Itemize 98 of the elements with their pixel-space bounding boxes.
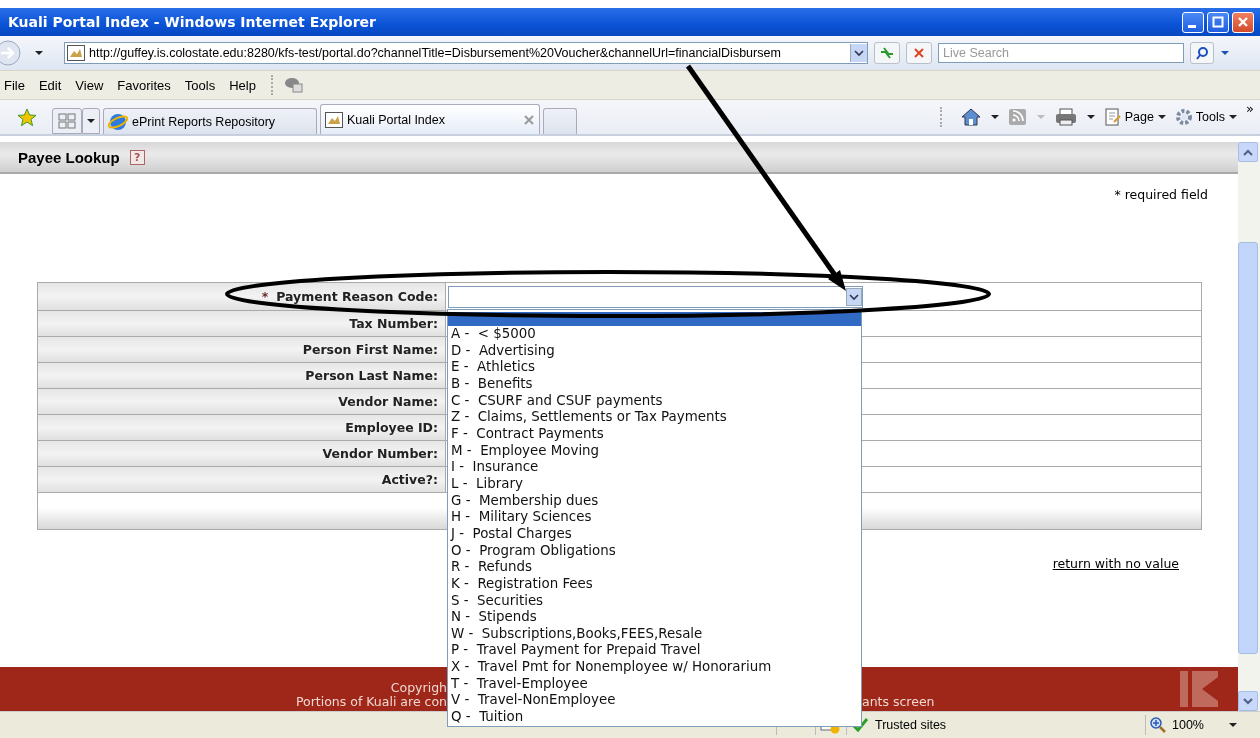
menu-item[interactable]: File bbox=[0, 77, 32, 93]
dropdown-option[interactable]: B - Benefits bbox=[448, 375, 861, 393]
address-field[interactable]: http://guffey.is.colostate.edu:8280/kfs-test/portal.do?channelTitle=Disbursement%20Voucher&channelUrl=financialDisbursem bbox=[64, 42, 868, 64]
field-label: Vendor Number: bbox=[38, 441, 446, 466]
page-icon bbox=[1103, 108, 1122, 126]
dropdown-option[interactable]: Q - Tuition bbox=[448, 709, 861, 726]
maximize-button[interactable] bbox=[1207, 11, 1229, 33]
caret-icon[interactable] bbox=[34, 49, 44, 57]
chat-icon[interactable] bbox=[282, 76, 305, 94]
return-link[interactable]: return with no value bbox=[1052, 556, 1179, 571]
gear-icon bbox=[1174, 108, 1193, 126]
security-zone: Trusted sites bbox=[875, 718, 947, 732]
dropdown-option[interactable]: X - Travel Pmt for Nonemployee w/ Honorarium bbox=[448, 659, 861, 676]
dropdown-option[interactable]: H - Military Sciences bbox=[448, 509, 861, 526]
dropdown-option[interactable]: F - Contract Payments bbox=[448, 425, 861, 443]
select-field[interactable] bbox=[448, 285, 863, 308]
menu-item[interactable]: Favorites bbox=[110, 77, 178, 93]
caret-icon bbox=[86, 117, 96, 125]
dropdown-option[interactable]: G - Membership dues bbox=[448, 492, 861, 510]
help-button[interactable]: ? bbox=[129, 149, 145, 165]
field-label: Tax Number: bbox=[38, 311, 446, 336]
dropdown-option[interactable]: Z - Claims, Settlements or Tax Payments bbox=[448, 409, 861, 426]
dropdown-option[interactable]: R - Refunds bbox=[448, 559, 861, 576]
maximize-icon bbox=[1212, 16, 1224, 28]
printer-icon[interactable] bbox=[1053, 108, 1078, 126]
chevron-icon bbox=[849, 292, 859, 301]
dropdown-button[interactable] bbox=[850, 44, 867, 62]
menu-item[interactable]: View bbox=[68, 77, 111, 93]
scrollbar[interactable] bbox=[1238, 142, 1260, 711]
dropdown-option[interactable]: A - < $5000 bbox=[448, 326, 861, 343]
caret-icon bbox=[1156, 113, 1167, 121]
field-label: Person Last Name: bbox=[38, 363, 446, 388]
footer-text: ants screen bbox=[862, 694, 935, 709]
menu-item[interactable]: Edit bbox=[31, 77, 69, 93]
dropdown-option[interactable]: M - Employee Moving bbox=[448, 442, 861, 460]
window-title: Kuali Portal Index - Windows Internet Explorer bbox=[8, 14, 377, 30]
caret-icon[interactable] bbox=[1085, 113, 1096, 121]
page-icon bbox=[67, 45, 85, 61]
zoom-icon bbox=[1150, 717, 1166, 733]
dropdown-option[interactable]: J - Postal Charges bbox=[448, 525, 861, 543]
check-icon bbox=[851, 717, 869, 733]
overflow-chevron[interactable]: » bbox=[1246, 101, 1254, 116]
required-note: * required field bbox=[1114, 187, 1208, 202]
refresh-icon bbox=[879, 46, 895, 60]
home-icon[interactable] bbox=[959, 107, 982, 127]
footer-text: Copyrigh bbox=[390, 681, 447, 695]
browser-tab[interactable]: Kuali Portal Index bbox=[320, 104, 540, 134]
search-field[interactable]: Live Search bbox=[938, 43, 1184, 63]
dropdown-option[interactable]: S - Securities bbox=[448, 592, 861, 610]
dropdown-option[interactable]: L - Library bbox=[448, 475, 861, 493]
zoom-control[interactable]: 100% bbox=[1145, 715, 1260, 735]
dropdown-option[interactable]: E - Athletics bbox=[448, 359, 861, 376]
dropdown-option[interactable]: N - Stipends bbox=[448, 609, 861, 626]
refresh-button[interactable] bbox=[874, 42, 900, 64]
stop-button[interactable] bbox=[906, 42, 932, 64]
close-icon bbox=[1237, 16, 1249, 28]
page-menu[interactable]: Page bbox=[1103, 108, 1167, 126]
dropdown-option[interactable]: C - CSURF and CSUF payments bbox=[448, 392, 861, 410]
grid-icon bbox=[58, 113, 76, 129]
field-label: Vendor Name: bbox=[38, 389, 446, 414]
minimize-icon bbox=[1188, 24, 1196, 28]
caret-icon bbox=[1228, 113, 1239, 121]
close-button[interactable] bbox=[1232, 11, 1254, 33]
scroll-up-icon[interactable] bbox=[1242, 148, 1254, 156]
caret-icon[interactable] bbox=[989, 113, 1000, 121]
dropdown-option[interactable]: D - Advertising bbox=[448, 342, 861, 360]
tools-menu[interactable]: Tools bbox=[1174, 108, 1239, 126]
stop-icon bbox=[913, 47, 925, 59]
star-icon[interactable] bbox=[16, 107, 38, 127]
dropdown-option[interactable]: O - Program Obligations bbox=[448, 542, 861, 560]
close-icon[interactable] bbox=[523, 113, 535, 126]
field-label: Employee ID: bbox=[38, 415, 446, 440]
browser-tab[interactable]: ePrint Reports Repository bbox=[103, 108, 317, 134]
dropdown-option[interactable]: V - Travel-NonEmployee bbox=[448, 692, 861, 710]
scroll-down-icon[interactable] bbox=[1242, 697, 1254, 705]
dropdown-option[interactable]: P - Travel Payment for Prepaid Travel bbox=[448, 642, 861, 660]
page-icon bbox=[325, 111, 343, 128]
field-label: Active?: bbox=[38, 467, 446, 492]
chevron-icon bbox=[854, 49, 864, 57]
footer-text: Portions of Kuali are con bbox=[295, 695, 447, 709]
dropdown-option[interactable]: K - Registration Fees bbox=[448, 575, 861, 593]
search-button[interactable] bbox=[1190, 42, 1214, 64]
search-icon bbox=[1195, 46, 1209, 60]
dropdown-option[interactable]: T - Travel-Employee bbox=[448, 675, 861, 693]
menu-item[interactable]: Help bbox=[222, 77, 263, 93]
feed-icon[interactable] bbox=[1007, 108, 1028, 126]
menu-item[interactable]: Tools bbox=[177, 77, 223, 93]
dropdown-button[interactable] bbox=[846, 287, 862, 306]
field-label: * Payment Reason Code: bbox=[38, 283, 446, 310]
dropdown-option[interactable]: I - Insurance bbox=[448, 459, 861, 476]
minimize-button[interactable] bbox=[1182, 11, 1204, 33]
page-title: Payee Lookup bbox=[18, 148, 120, 166]
caret-icon bbox=[1228, 721, 1238, 729]
tab-list-button[interactable] bbox=[82, 108, 100, 134]
dropdown-option[interactable]: W - Subscriptions,Books,FEES,Resale bbox=[448, 625, 861, 643]
browser-icon bbox=[108, 111, 128, 132]
field-label: Person First Name: bbox=[38, 337, 446, 362]
caret-icon[interactable] bbox=[1220, 49, 1230, 57]
